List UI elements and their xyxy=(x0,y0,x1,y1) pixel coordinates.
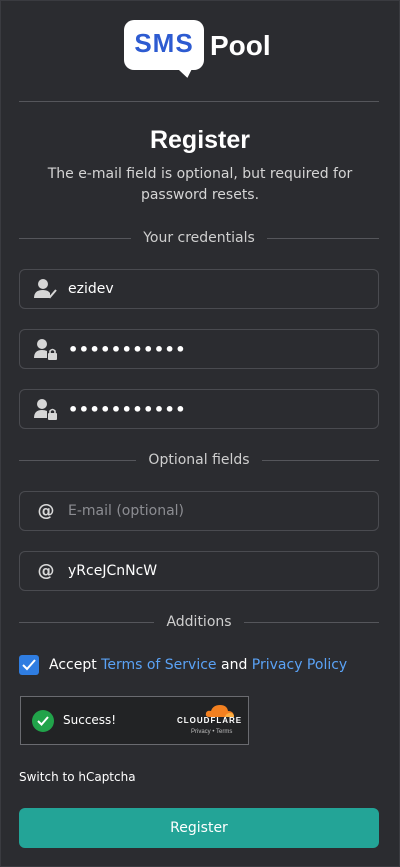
at-icon: @ xyxy=(37,501,55,521)
switch-to-hcaptcha-link[interactable]: Switch to hCaptcha xyxy=(19,770,136,784)
section-divider xyxy=(243,621,380,623)
logo-pool-text: Pool xyxy=(210,30,271,61)
captcha-status: Success! xyxy=(63,713,117,727)
section-credentials-label: Your credentials xyxy=(143,230,255,246)
accept-prefix: Accept xyxy=(49,657,97,673)
logo-sms-text: SMS xyxy=(134,28,194,58)
header-divider xyxy=(19,101,379,102)
at-icon: @ xyxy=(37,561,55,581)
section-optional: Optional fields xyxy=(19,450,379,470)
password-field[interactable]: ••••••••••• xyxy=(19,329,379,369)
section-divider xyxy=(266,237,379,239)
email-placeholder: E-mail (optional) xyxy=(68,503,185,519)
captcha-links: Privacy • Terms xyxy=(191,729,232,735)
user-check-icon xyxy=(32,277,60,301)
confirm-password-value: ••••••••••• xyxy=(68,399,186,419)
captcha-links-separator: • xyxy=(212,729,215,735)
email-field[interactable]: @ E-mail (optional) xyxy=(19,491,379,531)
user-lock-icon xyxy=(32,397,60,421)
accept-and: and xyxy=(221,657,248,673)
captcha-terms-link[interactable]: Terms xyxy=(216,729,232,735)
smspool-logo: SMS Pool xyxy=(124,18,284,80)
section-optional-label: Optional fields xyxy=(148,452,250,468)
cloudflare-turnstile-widget[interactable]: Success! CLOUDFLARE Privacy • Terms xyxy=(20,696,249,745)
cloudflare-brand: CLOUDFLARE xyxy=(177,716,243,725)
password-value: ••••••••••• xyxy=(68,339,186,359)
page-title: Register xyxy=(149,126,251,154)
section-credentials: Your credentials xyxy=(19,228,379,248)
success-check-icon xyxy=(32,710,54,732)
section-divider xyxy=(19,237,132,239)
username-value: ezidev xyxy=(68,281,114,297)
section-divider xyxy=(19,621,155,623)
terms-of-service-link[interactable]: Terms of Service xyxy=(101,657,216,673)
section-divider xyxy=(19,459,137,461)
checkmark-icon xyxy=(22,659,36,671)
user-lock-icon xyxy=(32,337,60,361)
privacy-policy-link[interactable]: Privacy Policy xyxy=(252,657,347,673)
section-additions-label: Additions xyxy=(166,614,232,630)
register-button[interactable]: Register xyxy=(19,808,379,848)
logo-bubble-tail xyxy=(172,60,200,80)
accept-terms-checkbox[interactable] xyxy=(19,655,39,675)
referral-field[interactable]: @ yRceJCnNcW xyxy=(19,551,379,591)
section-additions: Additions xyxy=(19,612,380,632)
page-subtitle: The e-mail field is optional, but requir… xyxy=(47,166,353,203)
section-divider xyxy=(261,459,379,461)
username-field[interactable]: ezidev xyxy=(19,269,379,309)
captcha-privacy-link[interactable]: Privacy xyxy=(191,729,211,735)
referral-value: yRceJCnNcW xyxy=(68,563,158,579)
accept-terms-row: Accept Terms of Service and Privacy Poli… xyxy=(19,654,347,676)
accept-label: Accept Terms of Service and Privacy Poli… xyxy=(49,657,347,673)
confirm-password-field[interactable]: ••••••••••• xyxy=(19,389,379,429)
